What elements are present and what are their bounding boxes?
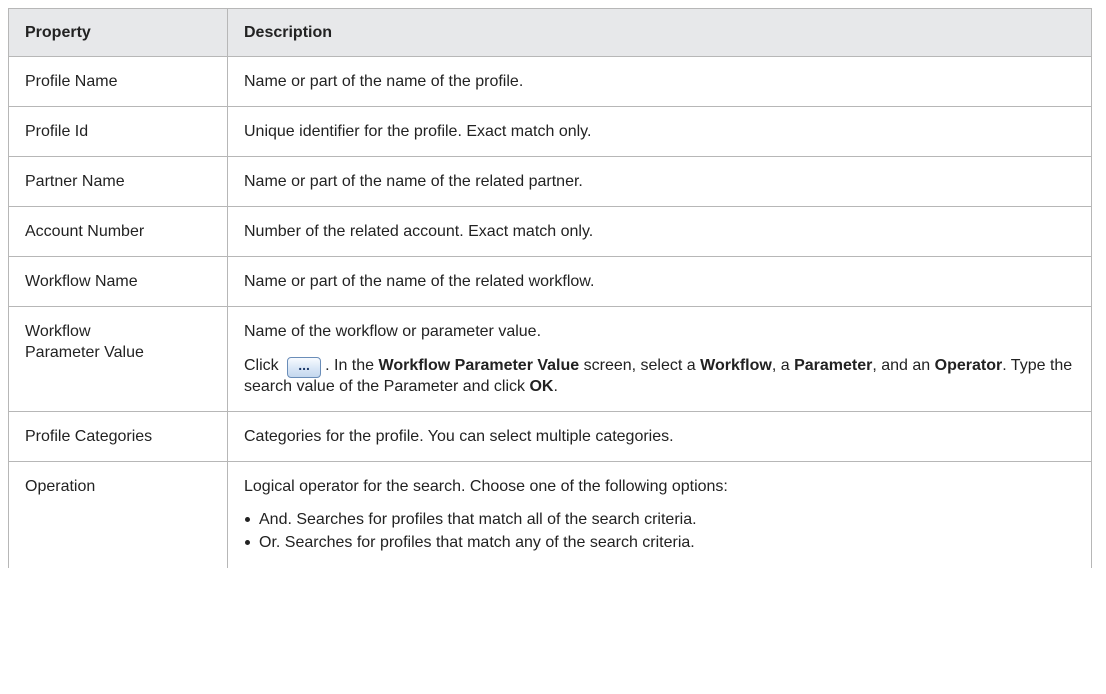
header-description: Description bbox=[227, 8, 1092, 57]
property-cell: Account Number bbox=[8, 206, 228, 257]
table-header-row: Property Description bbox=[8, 8, 1092, 57]
description-text: Logical operator for the search. Choose … bbox=[244, 478, 728, 495]
description-cell: Unique identifier for the profile. Exact… bbox=[227, 106, 1092, 157]
table-row: Workflow Parameter Value Name of the wor… bbox=[8, 306, 1092, 412]
workflow-term: Workflow bbox=[700, 357, 772, 374]
screen-name: Workflow Parameter Value bbox=[378, 357, 580, 374]
property-cell: Operation bbox=[8, 461, 228, 568]
list-item: And. Searches for profiles that match al… bbox=[244, 508, 1075, 531]
table-row: Profile Name Name or part of the name of… bbox=[8, 56, 1092, 107]
table-row: Profile Categories Categories for the pr… bbox=[8, 411, 1092, 462]
description-cell: Logical operator for the search. Choose … bbox=[227, 461, 1092, 568]
list-item: Or. Searches for profiles that match any… bbox=[244, 531, 1075, 554]
parameter-term: Parameter bbox=[794, 357, 873, 374]
table-row: Partner Name Name or part of the name of… bbox=[8, 156, 1092, 207]
options-list: And. Searches for profiles that match al… bbox=[244, 508, 1075, 554]
property-cell: Profile Name bbox=[8, 56, 228, 107]
property-cell: Profile Categories bbox=[8, 411, 228, 462]
table-row: Account Number Number of the related acc… bbox=[8, 206, 1092, 257]
ellipsis-icon[interactable]: ... bbox=[287, 357, 322, 378]
workflow-parameter-instructions: Click .... In the Workflow Parameter Val… bbox=[244, 357, 1073, 395]
table-row: Operation Logical operator for the searc… bbox=[8, 461, 1092, 568]
ok-term: OK bbox=[529, 378, 554, 395]
header-property: Property bbox=[8, 8, 228, 57]
description-cell: Name or part of the name of the related … bbox=[227, 156, 1092, 207]
property-cell: Workflow Name bbox=[8, 256, 228, 307]
properties-table: Property Description Profile Name Name o… bbox=[8, 8, 1092, 568]
description-cell: Categories for the profile. You can sele… bbox=[227, 411, 1092, 462]
property-cell: Profile Id bbox=[8, 106, 228, 157]
description-cell: Name or part of the name of the profile. bbox=[227, 56, 1092, 107]
description-cell: Name or part of the name of the related … bbox=[227, 256, 1092, 307]
operator-term: Operator bbox=[934, 357, 1003, 374]
description-text: Name of the workflow or parameter value. bbox=[244, 323, 542, 340]
table-row: Workflow Name Name or part of the name o… bbox=[8, 256, 1092, 307]
description-cell: Number of the related account. Exact mat… bbox=[227, 206, 1092, 257]
property-cell: Workflow Parameter Value bbox=[8, 306, 228, 412]
property-cell: Partner Name bbox=[8, 156, 228, 207]
description-cell: Name of the workflow or parameter value.… bbox=[227, 306, 1092, 412]
table-row: Profile Id Unique identifier for the pro… bbox=[8, 106, 1092, 157]
